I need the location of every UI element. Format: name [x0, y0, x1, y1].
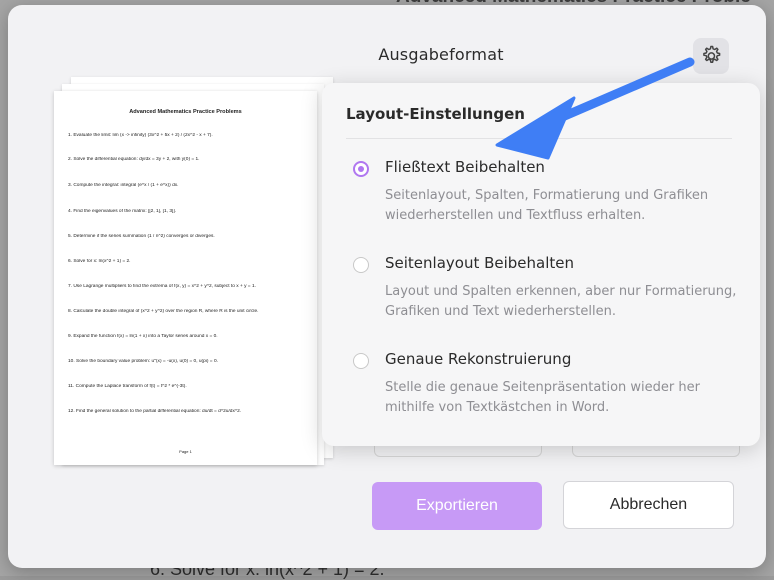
- cancel-button[interactable]: Abbrechen: [563, 481, 734, 529]
- preview-item: 6. Solve for x: ln(x^2 + 1) = 2.: [68, 259, 131, 264]
- preview-item: 5. Determine if the series summation (1 …: [68, 234, 215, 239]
- radio-page-layout[interactable]: [353, 257, 369, 273]
- preview-page-number: Page 1: [179, 449, 192, 454]
- layout-settings-popover: Layout-Einstellungen Fließtext Beibehalt…: [322, 83, 760, 446]
- preview-item: 8. Calculate the double integral of (x^2…: [68, 309, 259, 314]
- radio-exact-reconstruction[interactable]: [353, 353, 369, 369]
- export-button[interactable]: Exportieren: [372, 482, 542, 530]
- dialog-title: Ausgabeformat: [378, 45, 504, 64]
- layout-settings-title: Layout-Einstellungen: [346, 105, 525, 123]
- radio-flowing-text[interactable]: [353, 161, 369, 177]
- settings-button[interactable]: [693, 38, 729, 74]
- preview-item: 11. Compute the Laplace transform of f(t…: [68, 384, 187, 389]
- preview-item: 2. Solve the differential equation: dy/d…: [68, 157, 200, 162]
- option-label: Genaue Rekonstruierung: [385, 350, 572, 368]
- preview-item: 4. Find the eigenvalues of the matrix: […: [68, 209, 176, 214]
- preview-item: 7. Use Lagrange multipliers to find the …: [68, 284, 256, 289]
- option-description: Stelle die genaue Seitenpräsentation wie…: [385, 380, 700, 415]
- option-label: Seitenlayout Beibehalten: [385, 254, 575, 272]
- preview-item: 3. Compute the integral: integral (e^x /…: [68, 183, 179, 188]
- preview-item: 1. Evaluate the limit: lim (x -> infinit…: [68, 133, 213, 138]
- popover-divider: [346, 138, 732, 139]
- document-preview: Advanced Mathematics Practice Problems 1…: [54, 91, 317, 465]
- option-description: Seitenlayout, Spalten, Formatierung und …: [385, 188, 709, 223]
- option-description: Layout und Spalten erkennen, aber nur Fo…: [385, 284, 737, 319]
- preview-title: Advanced Mathematics Practice Problems: [129, 109, 242, 115]
- option-label: Fließtext Beibehalten: [385, 158, 545, 176]
- preview-item: 9. Expand the function f(x) = ln(1 + x) …: [68, 334, 218, 339]
- preview-item: 12. Find the general solution to the par…: [68, 409, 242, 414]
- preview-item: 10. Solve the boundary value problem: u'…: [68, 359, 218, 364]
- gear-icon: [703, 45, 721, 63]
